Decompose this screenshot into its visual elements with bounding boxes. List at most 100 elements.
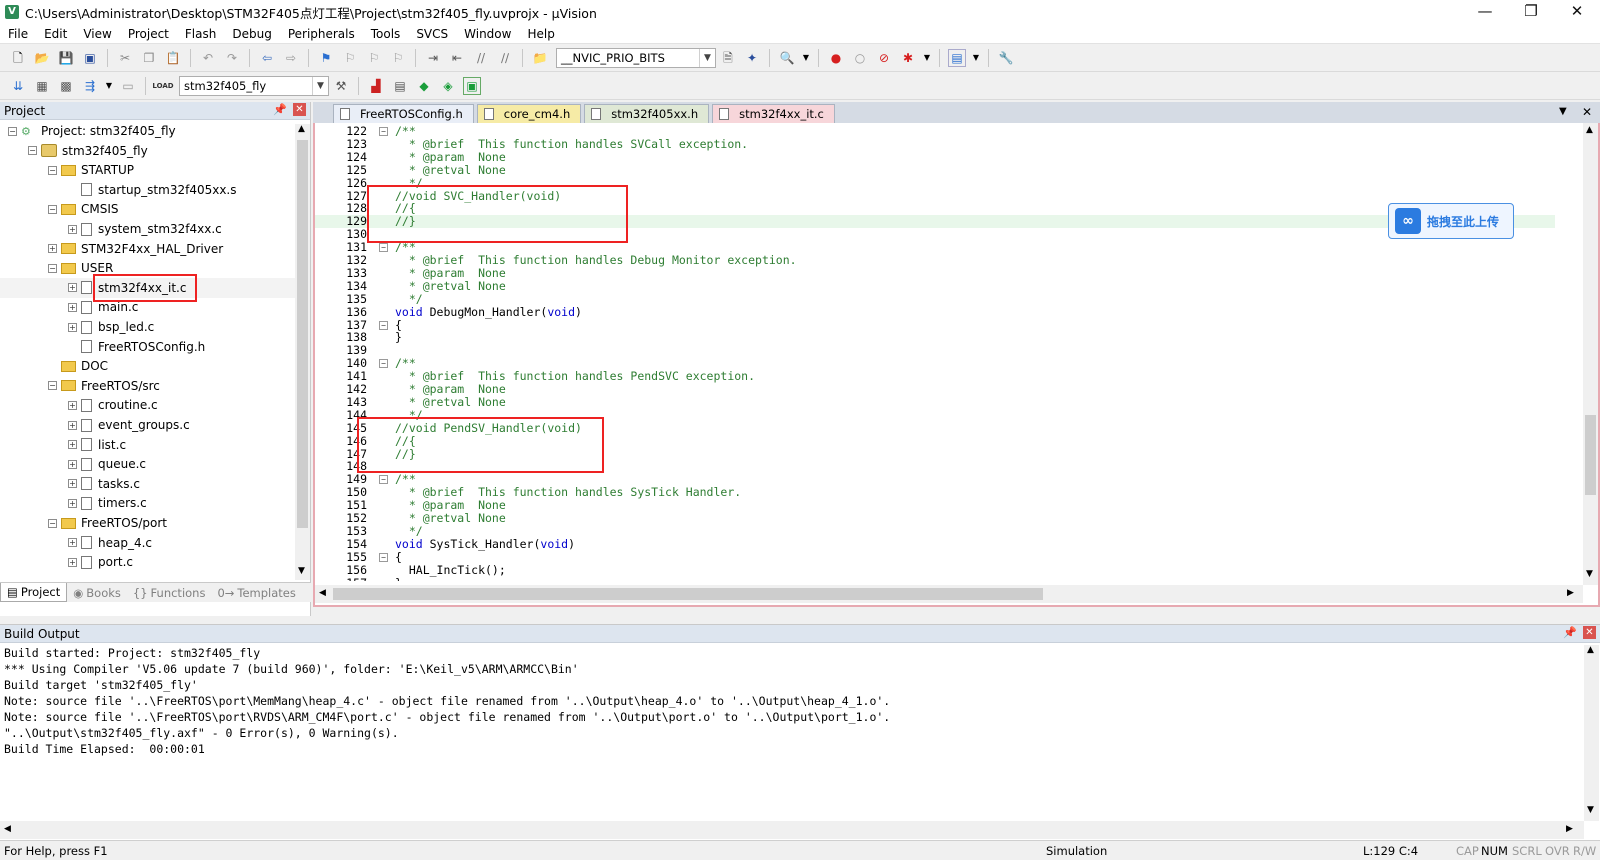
save-icon[interactable]: 💾 bbox=[57, 49, 75, 67]
redo-icon[interactable]: ↷ bbox=[223, 49, 241, 67]
tree-file[interactable]: + system_stm32f4xx.c bbox=[0, 219, 295, 239]
chevron-left-icon[interactable]: ◀ bbox=[319, 588, 326, 598]
tree-project[interactable]: − ⚙ Project: stm32f405_fly bbox=[0, 121, 295, 141]
scrollbar-thumb[interactable] bbox=[1585, 415, 1596, 495]
pin-icon[interactable]: 📌 bbox=[273, 103, 287, 116]
navigate-back-icon[interactable]: ⇦ bbox=[258, 49, 276, 67]
open-file-icon[interactable]: 📂 bbox=[33, 49, 51, 67]
close-window-button[interactable]: ✕ bbox=[1554, 0, 1600, 24]
menu-help[interactable]: Help bbox=[519, 24, 562, 44]
collapse-icon[interactable]: − bbox=[28, 146, 37, 156]
menu-peripherals[interactable]: Peripherals bbox=[280, 24, 363, 44]
menu-file[interactable]: File bbox=[0, 24, 36, 44]
new-file-icon[interactable]: 🗋 bbox=[9, 49, 27, 67]
chevron-down-icon[interactable]: ▼ bbox=[802, 49, 810, 67]
paste-icon[interactable]: 📋 bbox=[164, 49, 182, 67]
expand-icon[interactable]: + bbox=[68, 459, 77, 469]
editor-tab[interactable]: core_cm4.h bbox=[476, 104, 582, 123]
chevron-up-icon[interactable]: ▲ bbox=[1587, 645, 1594, 655]
chevron-down-icon[interactable]: ▼ bbox=[1586, 569, 1593, 579]
navigate-forward-icon[interactable]: ⇨ bbox=[282, 49, 300, 67]
tree-file[interactable]: + port.c bbox=[0, 552, 295, 572]
tree-file[interactable]: + bsp_led.c bbox=[0, 317, 295, 337]
menu-project[interactable]: Project bbox=[120, 24, 177, 44]
find-icon[interactable]: 🗎 bbox=[719, 49, 737, 67]
chevron-left-icon[interactable]: ◀ bbox=[4, 824, 11, 834]
menu-debug[interactable]: Debug bbox=[224, 24, 279, 44]
build-icon[interactable]: ▦ bbox=[33, 77, 51, 95]
run-time-environment-icon[interactable]: ◆ bbox=[415, 77, 433, 95]
menu-edit[interactable]: Edit bbox=[36, 24, 75, 44]
comment-icon[interactable]: // bbox=[472, 49, 490, 67]
maximize-button[interactable]: ❐ bbox=[1508, 0, 1554, 24]
insert-breakpoint-icon[interactable]: ● bbox=[827, 49, 845, 67]
code-editor[interactable]: 122−/** 123 * @brief This function handle… bbox=[313, 123, 1600, 607]
tree-folder[interactable]: − FreeRTOS/port bbox=[0, 513, 295, 533]
code-line[interactable]: 152 * @retval None bbox=[315, 512, 1555, 525]
code-line[interactable]: 156 HAL_IncTick(); bbox=[315, 563, 1555, 577]
code-line[interactable]: 143 * @retval None bbox=[315, 395, 1555, 409]
fold-marker-icon[interactable]: − bbox=[379, 320, 388, 330]
menu-svcs[interactable]: SVCS bbox=[408, 24, 456, 44]
code-line[interactable]: 154 void SysTick_Handler(void) bbox=[315, 537, 1555, 551]
tree-file[interactable]: + heap_4.c bbox=[0, 533, 295, 553]
chevron-down-icon[interactable]: ▼ bbox=[1587, 805, 1594, 815]
tree-file[interactable]: + queue.c bbox=[0, 454, 295, 474]
tree-folder[interactable]: DOC bbox=[0, 356, 295, 376]
code-line[interactable]: 137−{ bbox=[315, 318, 1555, 332]
editor-vscrollbar[interactable]: ▲ ▼ bbox=[1583, 123, 1598, 585]
tree-scrollbar[interactable]: ▲ ▼ bbox=[295, 124, 310, 580]
tab-project[interactable]: ▤ Project bbox=[0, 583, 68, 602]
menu-view[interactable]: View bbox=[75, 24, 119, 44]
chevron-right-icon[interactable]: ▶ bbox=[1567, 588, 1574, 598]
code-line[interactable]: 139 bbox=[315, 344, 1555, 357]
prev-bookmark-icon[interactable]: ⚐ bbox=[341, 49, 359, 67]
tree-target[interactable]: − stm32f405_fly bbox=[0, 141, 295, 161]
chevron-up-icon[interactable]: ▲ bbox=[1586, 125, 1593, 135]
collapse-icon[interactable]: − bbox=[48, 381, 57, 391]
editor-tab[interactable]: stm32f405xx.h bbox=[584, 104, 710, 123]
fold-marker-icon[interactable]: − bbox=[379, 552, 388, 562]
tab-templates[interactable]: 0→ Templates bbox=[211, 583, 301, 602]
fold-marker-icon[interactable]: − bbox=[379, 243, 388, 253]
fold-marker-icon[interactable]: − bbox=[379, 127, 388, 136]
clear-bookmarks-icon[interactable]: ⚐ bbox=[389, 49, 407, 67]
tab-menu-icon[interactable]: ▼ bbox=[1559, 106, 1567, 117]
scrollbar-thumb[interactable] bbox=[333, 588, 1043, 600]
collapse-icon[interactable]: − bbox=[8, 126, 17, 136]
chevron-down-icon[interactable]: ▼ bbox=[923, 49, 931, 67]
expand-icon[interactable]: + bbox=[68, 538, 77, 548]
file-extensions-icon[interactable]: ▟ bbox=[367, 77, 385, 95]
tree-folder[interactable]: − FreeRTOS/src bbox=[0, 376, 295, 396]
target-combo[interactable]: stm32f405_fly ▼ bbox=[179, 75, 329, 96]
tree-file[interactable]: + timers.c bbox=[0, 493, 295, 513]
tree-file[interactable]: + event_groups.c bbox=[0, 415, 295, 435]
next-bookmark-icon[interactable]: ⚐ bbox=[365, 49, 383, 67]
enable-breakpoint-icon[interactable]: ○ bbox=[851, 49, 869, 67]
uncomment-icon[interactable]: ∕∕ bbox=[496, 49, 514, 67]
close-tab-icon[interactable]: ✕ bbox=[1582, 105, 1592, 119]
minimize-button[interactable]: — bbox=[1462, 0, 1508, 24]
undo-icon[interactable]: ↶ bbox=[199, 49, 217, 67]
code-line[interactable]: 138} bbox=[315, 331, 1555, 344]
pin-icon[interactable]: 📌 bbox=[1563, 626, 1577, 639]
chevron-up-icon[interactable]: ▲ bbox=[298, 124, 305, 134]
indent-icon[interactable]: ⇥ bbox=[424, 49, 442, 67]
code-line[interactable]: 136 void DebugMon_Handler(void) bbox=[315, 305, 1555, 319]
build-hscrollbar[interactable]: ◀ ▶ bbox=[0, 821, 1584, 839]
incremental-find-icon[interactable]: ✦ bbox=[743, 49, 761, 67]
editor-tab[interactable]: FreeRTOSConfig.h bbox=[333, 104, 474, 123]
code-line[interactable]: 155 −{ bbox=[315, 550, 1555, 564]
tree-file[interactable]: startup_stm32f405xx.s bbox=[0, 180, 295, 200]
chevron-down-icon[interactable]: ▼ bbox=[298, 566, 305, 576]
kill-breakpoints-icon[interactable]: ✱ bbox=[899, 49, 917, 67]
disable-breakpoints-icon[interactable]: ⊘ bbox=[875, 49, 893, 67]
tree-folder[interactable]: − STARTUP bbox=[0, 160, 295, 180]
expand-icon[interactable]: + bbox=[68, 479, 77, 489]
expand-icon[interactable]: + bbox=[68, 420, 77, 430]
tab-functions[interactable]: {} Functions bbox=[127, 583, 212, 602]
target-options-icon[interactable]: ⚒ bbox=[332, 77, 350, 95]
code-line[interactable]: 134 * @retval None bbox=[315, 279, 1555, 293]
chevron-down-icon[interactable]: ▼ bbox=[312, 76, 328, 95]
menu-tools[interactable]: Tools bbox=[363, 24, 409, 44]
